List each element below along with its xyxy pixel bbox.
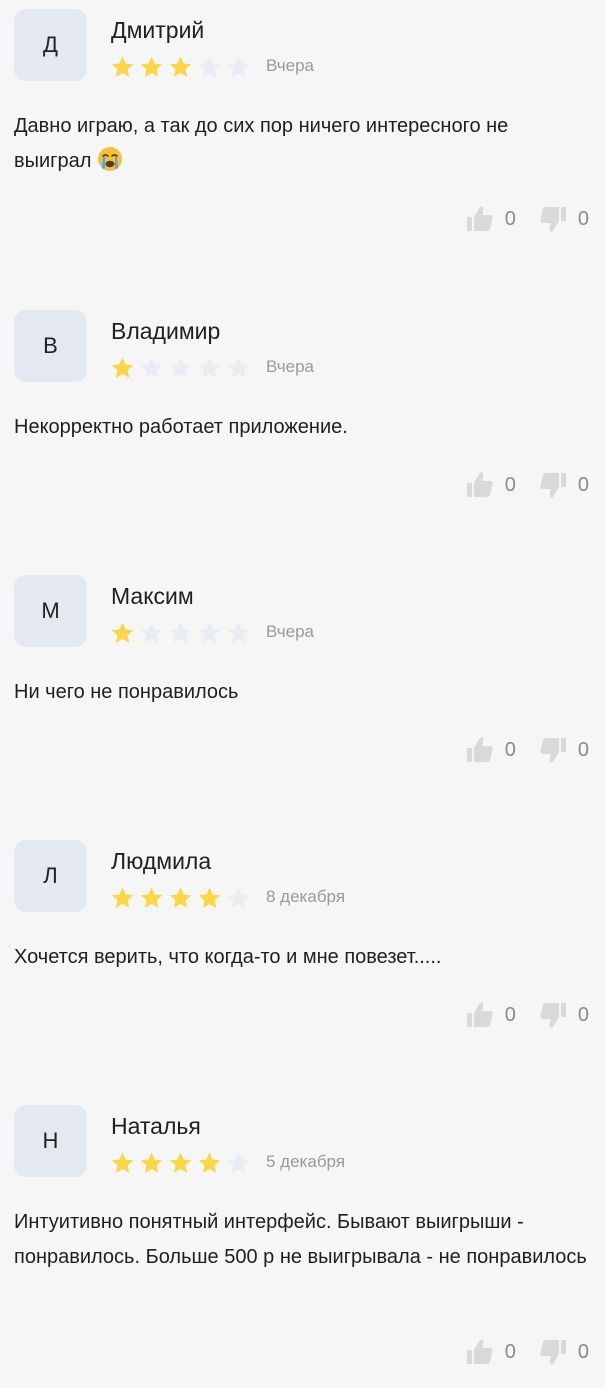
like-button[interactable]: 0: [465, 735, 516, 765]
star-empty-icon: [140, 357, 163, 378]
star-filled-icon: [111, 56, 134, 77]
review-date: 5 декабря: [266, 1152, 346, 1171]
review-date: Вчера: [266, 357, 314, 376]
dislike-button[interactable]: 0: [538, 1000, 589, 1030]
star-rating: [110, 886, 251, 911]
review-text: Ни чего не понравилось: [14, 681, 239, 703]
dislike-count: 0: [577, 1340, 589, 1363]
star-filled-icon: [198, 1152, 221, 1173]
avatar-initial: Л: [43, 863, 58, 888]
vote-bar: 0 0: [465, 204, 589, 234]
dislike-button[interactable]: 0: [538, 204, 589, 234]
star-empty-icon: [227, 622, 250, 643]
star-rating: [110, 356, 251, 381]
avatar: В: [14, 310, 87, 382]
star-filled-icon: [111, 357, 134, 378]
like-count: 0: [504, 1003, 516, 1026]
thumbs-up-icon: [466, 472, 493, 497]
review-text-content: Давно играю, а так до сих пор ничего инт…: [14, 115, 509, 172]
dislike-count: 0: [577, 473, 589, 496]
reviewer-name: Дмитрий: [111, 17, 205, 43]
star-empty-icon: [169, 622, 192, 643]
review-date: Вчера: [266, 622, 314, 641]
star-filled-icon: [111, 622, 134, 643]
thumbs-down-icon: [540, 207, 566, 232]
vote-bar: 0 0: [465, 1337, 589, 1367]
dislike-button[interactable]: 0: [538, 1337, 589, 1367]
reviewer-name: Наталья: [111, 1113, 201, 1139]
star-filled-icon: [111, 1152, 134, 1173]
thumbs-down-icon: [540, 1003, 566, 1028]
reviewer-name: Владимир: [111, 318, 221, 344]
thumbs-down-icon: [540, 1340, 566, 1365]
star-rating: [110, 55, 251, 80]
crying-face-icon: [98, 147, 123, 171]
dislike-count: 0: [577, 738, 589, 761]
dislike-count: 0: [577, 1003, 589, 1026]
thumbs-up-icon: [466, 1339, 493, 1364]
thumbs-up-icon: [466, 206, 493, 231]
star-filled-icon: [198, 887, 221, 908]
review-date: 8 декабря: [266, 887, 346, 906]
star-empty-icon: [198, 622, 221, 643]
vote-bar: 0 0: [465, 470, 589, 500]
review-text: Хочется верить, что когда-то и мне повез…: [14, 946, 442, 968]
star-filled-icon: [140, 887, 163, 908]
avatar-initial: М: [41, 598, 60, 623]
like-button[interactable]: 0: [465, 470, 516, 500]
avatar: Л: [14, 840, 87, 912]
review-text: Давно играю, а так до сих пор ничего инт…: [14, 109, 589, 179]
star-filled-icon: [140, 56, 163, 77]
star-rating: [110, 1151, 251, 1176]
avatar-initial: Н: [42, 1128, 59, 1153]
dislike-button[interactable]: 0: [538, 470, 589, 500]
star-empty-icon: [198, 357, 221, 378]
avatar: Д: [14, 9, 87, 81]
star-empty-icon: [227, 357, 250, 378]
avatar-initial: Д: [43, 32, 58, 57]
review-text: Некорректно работает приложение.: [14, 416, 348, 438]
thumbs-up-icon: [466, 737, 493, 762]
review-text: Интуитивно понятный интерфейс. Бывают вы…: [14, 1211, 587, 1268]
vote-bar: 0 0: [465, 735, 589, 765]
reviewer-name: Людмила: [111, 848, 212, 874]
star-filled-icon: [169, 56, 192, 77]
avatar-initial: В: [43, 333, 58, 358]
dislike-count: 0: [577, 207, 589, 230]
like-button[interactable]: 0: [465, 1337, 516, 1367]
avatar: М: [14, 575, 87, 647]
thumbs-up-icon: [466, 1002, 493, 1027]
thumbs-down-icon: [540, 473, 566, 498]
star-filled-icon: [111, 887, 134, 908]
star-empty-icon: [198, 56, 221, 77]
star-rating: [110, 621, 251, 646]
star-empty-icon: [227, 887, 250, 908]
avatar: Н: [14, 1105, 87, 1177]
thumbs-down-icon: [540, 738, 566, 763]
vote-bar: 0 0: [465, 1000, 589, 1030]
like-button[interactable]: 0: [465, 204, 516, 234]
review-date: Вчера: [266, 56, 314, 75]
star-empty-icon: [140, 622, 163, 643]
star-filled-icon: [169, 1152, 192, 1173]
like-count: 0: [504, 738, 516, 761]
star-filled-icon: [169, 887, 192, 908]
star-filled-icon: [140, 1152, 163, 1173]
star-empty-icon: [169, 357, 192, 378]
like-count: 0: [504, 473, 516, 496]
star-empty-icon: [227, 56, 250, 77]
like-button[interactable]: 0: [465, 1000, 516, 1030]
dislike-button[interactable]: 0: [538, 735, 589, 765]
star-empty-icon: [227, 1152, 250, 1173]
like-count: 0: [504, 1340, 516, 1363]
reviewer-name: Максим: [111, 583, 194, 609]
like-count: 0: [504, 207, 516, 230]
